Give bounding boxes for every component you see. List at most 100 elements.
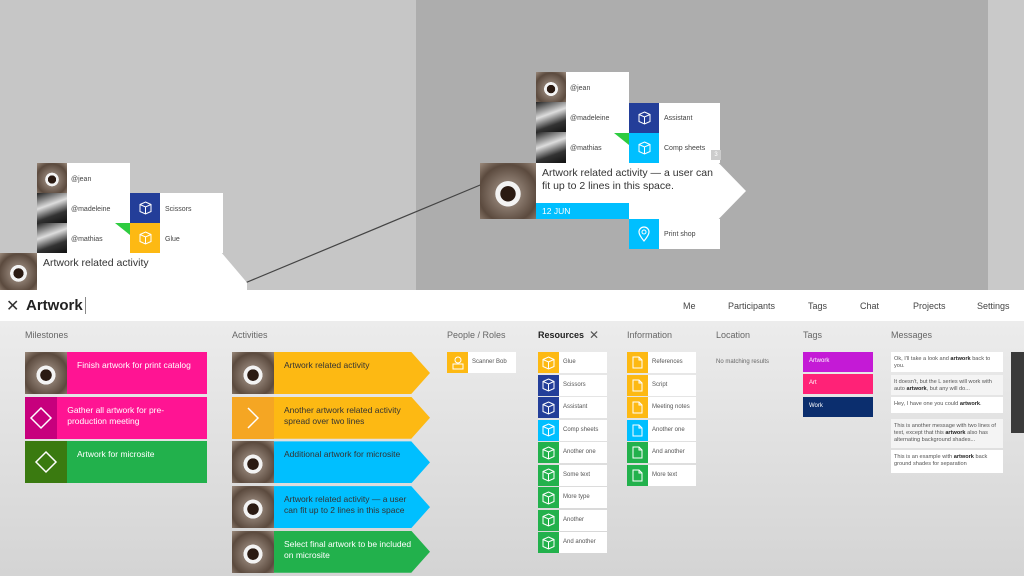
document-icon — [627, 419, 648, 441]
avatar[interactable] — [536, 72, 566, 103]
message-item[interactable]: Ok, I'll take a look and artwork back to… — [891, 352, 1003, 372]
person-handle: @madeleine — [570, 115, 610, 122]
cube-icon — [538, 442, 559, 463]
milestone-item[interactable]: Finish artwork for print catalog — [25, 352, 207, 394]
resource-label: More type — [563, 494, 590, 500]
message-highlight: artwork — [906, 386, 927, 392]
information-item[interactable]: Meeting notes — [627, 397, 696, 418]
message-highlight: artwork — [953, 454, 974, 460]
scrollbar[interactable] — [1011, 352, 1024, 433]
resources-heading[interactable]: Resources — [538, 330, 584, 340]
close-icon[interactable]: ✕ — [589, 328, 599, 342]
resource-label: Scissors — [563, 381, 586, 388]
resource-label: Comp sheets — [563, 426, 599, 433]
resource-item[interactable]: Comp sheets — [538, 419, 607, 441]
person-handle: @mathias — [71, 236, 103, 243]
information-item[interactable]: Script — [627, 374, 696, 396]
message-item[interactable]: This is an example with artwork back gro… — [891, 450, 1003, 473]
cube-icon[interactable] — [629, 103, 659, 133]
cube-icon — [538, 532, 559, 553]
nav-settings[interactable]: Settings — [977, 301, 1010, 311]
location-empty: No matching results — [716, 359, 770, 365]
cube-icon — [538, 419, 559, 441]
person-handle: @jean — [570, 85, 591, 92]
tag-item[interactable]: Work — [803, 396, 873, 417]
nav-tags[interactable]: Tags — [808, 301, 827, 311]
date-bar: 12 JUN — [536, 203, 629, 219]
resource-item[interactable]: More type — [538, 487, 607, 508]
activity-label: Select final artwork to be included on m… — [274, 530, 430, 573]
document-icon — [627, 397, 648, 418]
resource-item[interactable]: Another one — [538, 442, 607, 463]
tag-item[interactable]: Artwork — [803, 352, 873, 372]
cube-icon[interactable] — [130, 193, 160, 223]
information-label: And another — [652, 449, 685, 455]
nav-chat[interactable]: Chat — [860, 301, 879, 311]
person-handle: @jean — [71, 176, 92, 183]
nav-participants[interactable]: Participants — [728, 301, 775, 311]
document-icon — [627, 464, 648, 486]
activity-photo — [0, 253, 37, 290]
tag-item[interactable]: Art — [803, 374, 873, 395]
person-item[interactable]: Scanner Bob — [447, 352, 516, 373]
nav-projects[interactable]: Projects — [913, 301, 946, 311]
milestone-label: Artwork for microsite — [77, 449, 155, 459]
activity-photo — [232, 486, 274, 529]
resource-item[interactable]: And another — [538, 532, 607, 553]
information-item[interactable]: References — [627, 352, 696, 373]
milestone-label: Gather all artwork for pre-production me… — [67, 404, 165, 426]
document-icon — [627, 374, 648, 396]
avatar[interactable] — [536, 132, 566, 163]
avatar[interactable] — [37, 223, 67, 253]
milestone-item[interactable]: Gather all artwork for pre-production me… — [25, 396, 207, 439]
nav-me[interactable]: Me — [683, 301, 696, 311]
resource-label: Assistant — [664, 115, 693, 122]
milestone-label: Finish artwork for print catalog — [77, 360, 191, 370]
information-item[interactable]: Another one — [627, 419, 696, 441]
search-input[interactable]: Artwork — [26, 297, 86, 314]
resource-label: And another — [563, 539, 596, 545]
resource-item[interactable]: Assistant — [538, 397, 607, 418]
cube-icon[interactable] — [130, 223, 160, 253]
avatar[interactable] — [37, 193, 67, 223]
activity-item[interactable]: Additional artwork for microsite — [232, 441, 430, 484]
activity-item[interactable]: Select final artwork to be included on m… — [232, 530, 430, 573]
corner-flag — [614, 133, 629, 145]
avatar[interactable] — [536, 102, 566, 133]
resource-label: Glue — [165, 236, 180, 243]
information-item[interactable]: And another — [627, 442, 696, 463]
resource-item[interactable]: Scissors — [538, 374, 607, 396]
activity-item[interactable]: Artwork related activity — [232, 352, 430, 394]
message-text: . — [980, 401, 982, 407]
cube-icon — [538, 352, 559, 373]
activity-photo — [232, 352, 274, 394]
avatar[interactable] — [37, 163, 67, 193]
close-icon[interactable]: ✕ — [6, 296, 19, 316]
people-heading: People / Roles — [447, 330, 506, 340]
activity-item[interactable]: Artwork related activity — a user can fi… — [232, 486, 430, 529]
information-label: More text — [652, 471, 678, 478]
person-handle: @madeleine — [71, 206, 111, 213]
message-item[interactable]: It doesn't, but the L series will work w… — [891, 375, 1003, 395]
activity-item[interactable]: Another artwork related activity spread … — [232, 396, 430, 439]
cube-icon — [538, 509, 559, 531]
message-item[interactable]: This is another message with two lines o… — [891, 419, 1003, 448]
information-label: References — [652, 359, 683, 365]
resource-item[interactable]: Glue — [538, 352, 607, 373]
cube-icon — [538, 374, 559, 396]
map-pin-icon — [629, 219, 659, 249]
cube-icon[interactable] — [629, 133, 659, 163]
resource-item[interactable]: Some text — [538, 464, 607, 486]
activity-title: Artwork related activity — [43, 257, 149, 269]
document-icon — [627, 442, 648, 463]
information-item[interactable]: More text — [627, 464, 696, 486]
activity-label: Artwork related activity — [274, 352, 430, 394]
message-item[interactable]: Hey, I have one you could artwork. — [891, 397, 1003, 413]
milestone-item[interactable]: Artwork for microsite — [25, 441, 207, 483]
activities-heading: Activities — [232, 330, 268, 340]
activity-photo — [232, 530, 274, 573]
resource-item[interactable]: Another — [538, 509, 607, 531]
message-text: , but any will do... — [926, 386, 970, 392]
location-heading: Location — [716, 330, 751, 340]
message-text: This is an example with — [894, 454, 954, 460]
